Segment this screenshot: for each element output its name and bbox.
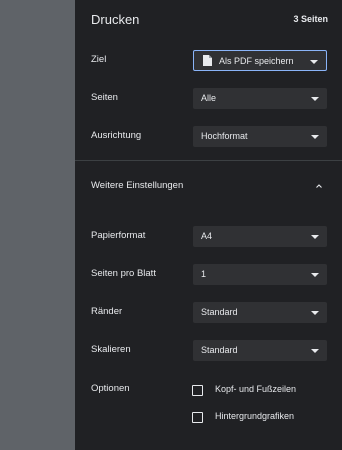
background-graphics-checkbox[interactable] <box>192 412 203 423</box>
scale-row: Skalieren Standard <box>75 338 342 364</box>
paper-size-label: Papierformat <box>91 230 146 241</box>
headers-footers-label: Kopf- und Fußzeilen <box>215 384 297 394</box>
headers-footers-option[interactable]: Kopf- und Fußzeilen <box>192 384 332 398</box>
margins-select[interactable]: Standard <box>193 302 327 323</box>
print-preview-area <box>0 0 75 450</box>
margins-value: Standard <box>201 307 238 317</box>
destination-row: Ziel Als PDF speichern <box>75 48 342 74</box>
paper-size-row: Papierformat A4 <box>75 224 342 250</box>
options-label: Optionen <box>91 383 130 394</box>
background-graphics-option[interactable]: Hintergrundgrafiken <box>192 411 332 425</box>
destination-select[interactable]: Als PDF speichern <box>193 50 327 71</box>
pages-per-sheet-value: 1 <box>201 269 207 279</box>
chevron-down-icon <box>311 235 319 239</box>
headers-footers-checkbox[interactable] <box>192 385 203 396</box>
orientation-value: Hochformat <box>201 131 248 141</box>
pages-per-sheet-row: Seiten pro Blatt 1 <box>75 262 342 288</box>
pages-value: Alle <box>201 93 217 103</box>
pages-per-sheet-label: Seiten pro Blatt <box>91 268 156 279</box>
pages-select[interactable]: Alle <box>193 88 327 109</box>
orientation-label: Ausrichtung <box>91 130 142 141</box>
more-settings-toggle[interactable]: Weitere Einstellungen <box>75 174 342 200</box>
orientation-select[interactable]: Hochformat <box>193 126 327 147</box>
more-settings-label: Weitere Einstellungen <box>91 180 184 191</box>
chevron-down-icon <box>311 311 319 315</box>
page-title: Drucken <box>91 12 140 27</box>
chevron-down-icon <box>311 273 319 277</box>
pages-label: Seiten <box>91 92 118 103</box>
print-settings-panel: Drucken 3 Seiten Ziel Als PDF speichern … <box>75 0 342 450</box>
destination-label: Ziel <box>91 54 107 65</box>
paper-size-select[interactable]: A4 <box>193 226 327 247</box>
file-icon <box>203 55 212 66</box>
orientation-row: Ausrichtung Hochformat <box>75 124 342 150</box>
divider <box>75 160 342 161</box>
chevron-up-icon <box>316 184 322 188</box>
scale-label: Skalieren <box>91 344 131 355</box>
margins-label: Ränder <box>91 306 123 317</box>
background-graphics-label: Hintergrundgrafiken <box>215 411 295 421</box>
margins-row: Ränder Standard <box>75 300 342 326</box>
destination-value: Als PDF speichern <box>219 56 294 66</box>
pages-row: Seiten Alle <box>75 86 342 112</box>
chevron-down-icon <box>310 60 318 64</box>
chevron-down-icon <box>311 97 319 101</box>
chevron-down-icon <box>311 135 319 139</box>
print-header: Drucken 3 Seiten <box>75 0 342 40</box>
scale-value: Standard <box>201 345 238 355</box>
page-count: 3 Seiten <box>293 14 328 24</box>
paper-size-value: A4 <box>201 231 213 241</box>
pages-per-sheet-select[interactable]: 1 <box>193 264 327 285</box>
scale-select[interactable]: Standard <box>193 340 327 361</box>
chevron-down-icon <box>311 349 319 353</box>
